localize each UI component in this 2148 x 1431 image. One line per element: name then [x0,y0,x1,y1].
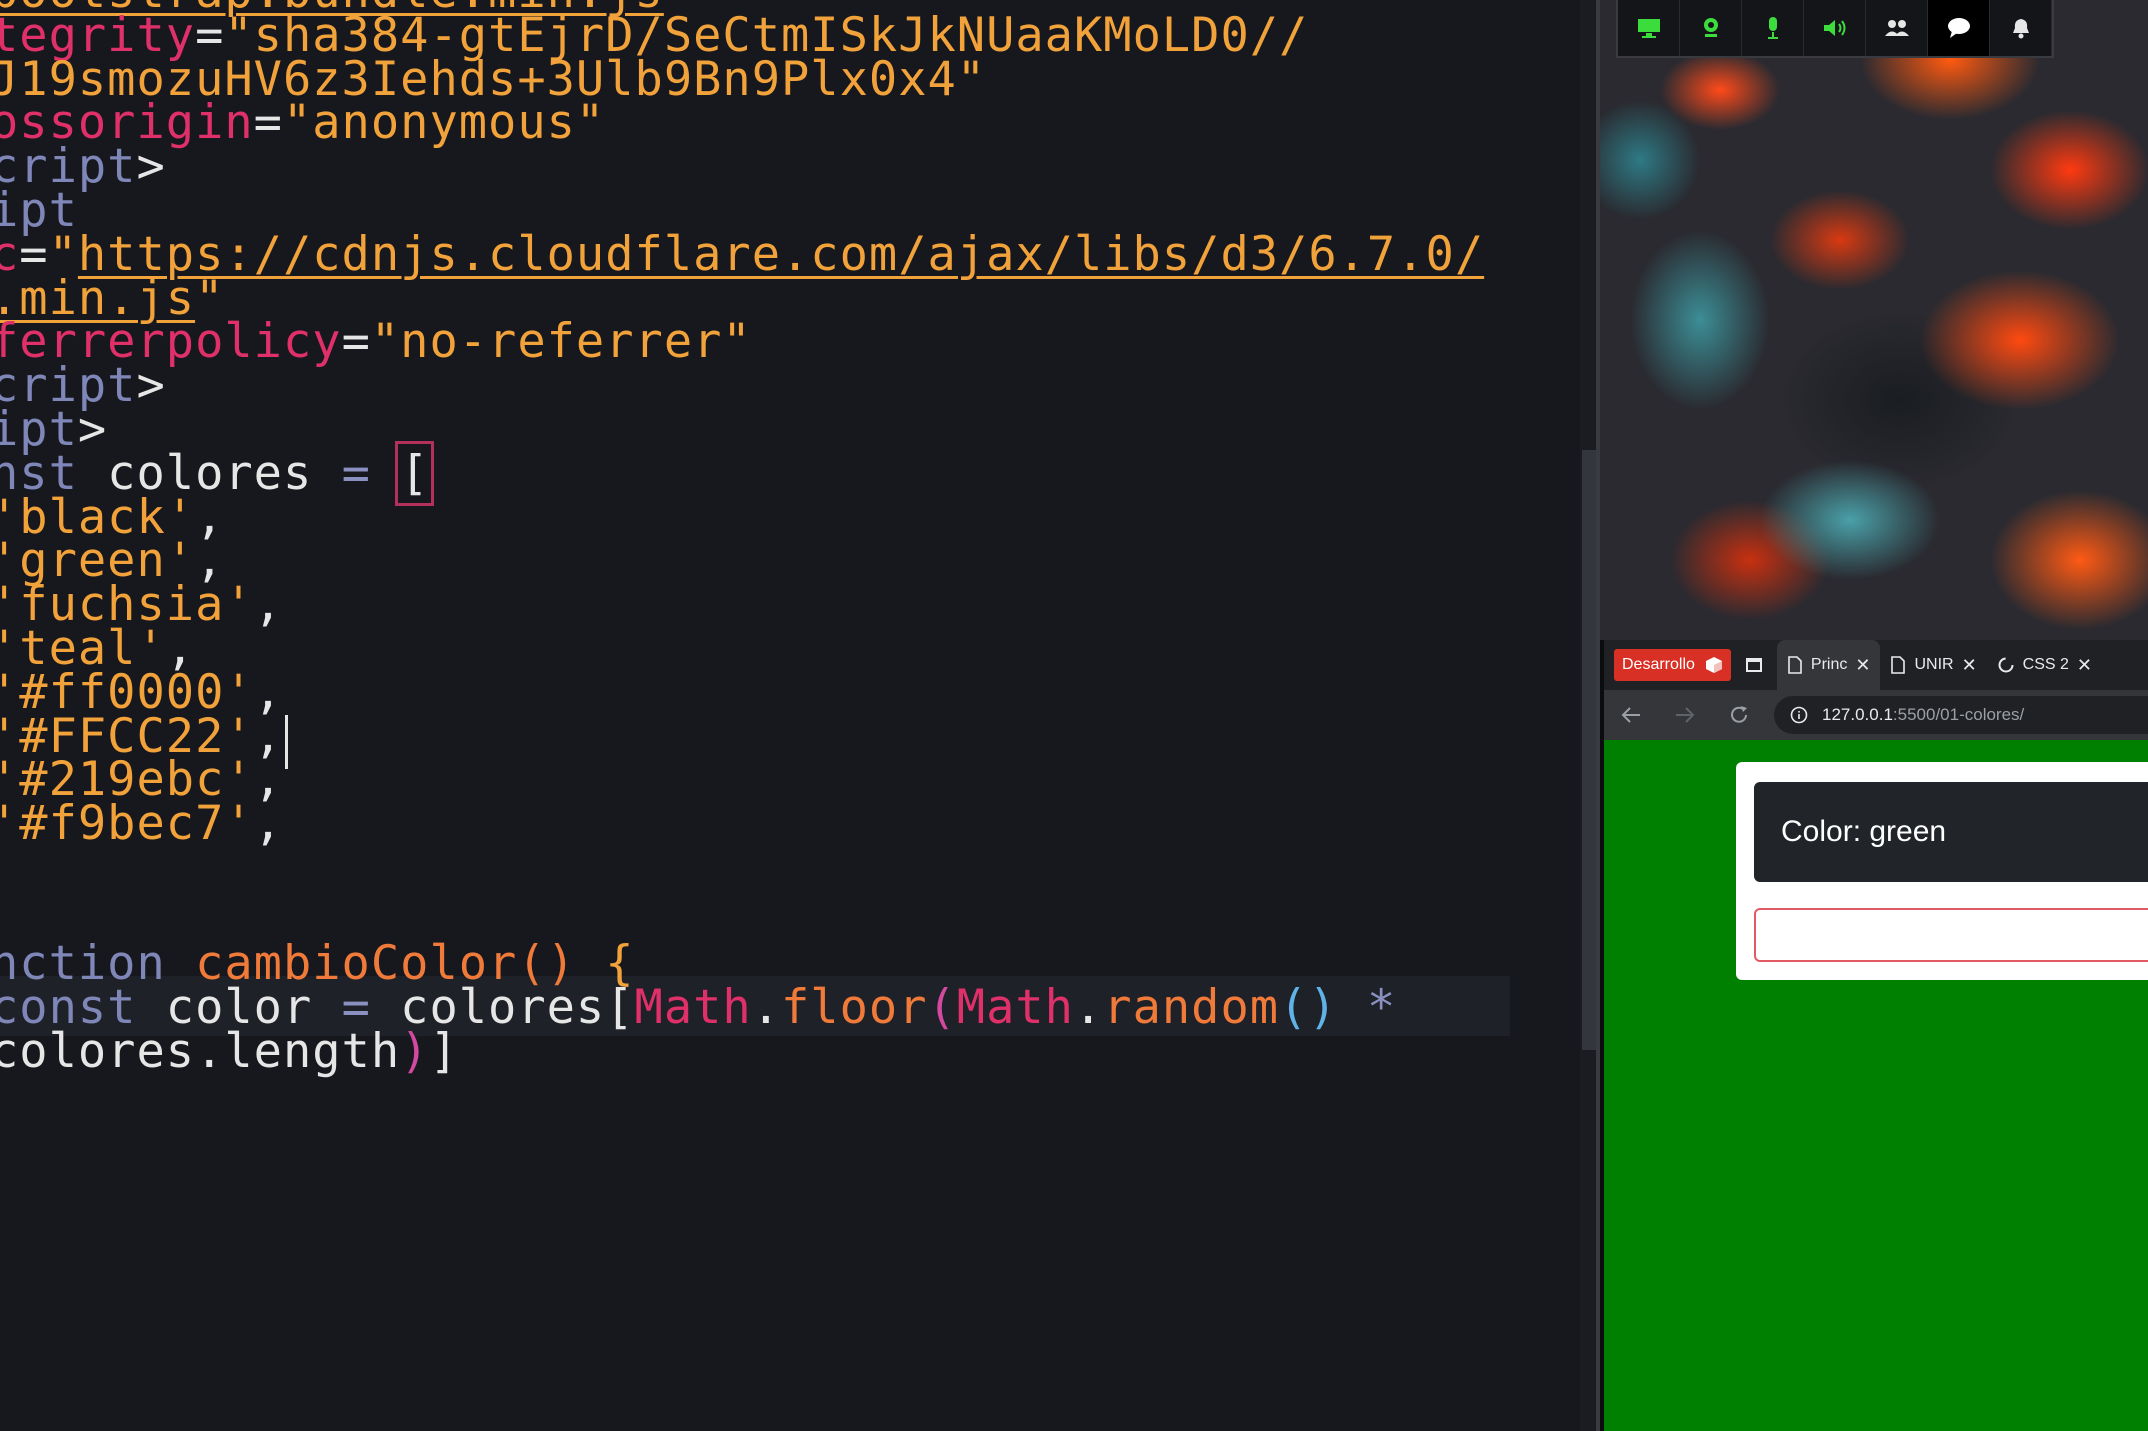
tab-unir[interactable]: UNIR ✕ [1880,640,1986,690]
reload-button[interactable] [1712,704,1766,726]
profile-chip[interactable]: Desarrollo [1614,649,1731,681]
notifications-button[interactable] [1990,0,2052,56]
code-token: "anonymous" [282,95,606,151]
tab-label: UNIR [1914,656,1954,673]
url-host: 127.0.0.1 [1822,705,1893,724]
monitor-icon [1637,19,1660,38]
color-card: Color: green [1736,762,2148,980]
browser-window: Desarrollo Princ ✕ UNIR ✕ CSS 2 ✕ 127.0.… [1604,640,2148,1431]
arrow-left-icon [1621,707,1640,723]
url-field[interactable]: 127.0.0.1:5500/01-colores/ [1774,696,2148,734]
code-line: '#f9bec7', [0,794,283,854]
arrow-right-icon [1676,707,1695,723]
reload-icon [1731,706,1747,723]
color-label: Color: green [1754,782,2148,882]
tab-princ[interactable]: Princ ✕ [1776,640,1881,690]
code-token: . [1073,980,1104,1035]
code-token: = [341,445,371,501]
code-line: colores.length)] [0,1022,459,1082]
text-cursor [285,714,288,769]
page-icon [1891,656,1906,674]
tab-grid-icon [1745,658,1762,672]
tab-label: CSS 2 [2022,656,2069,673]
forward-button[interactable] [1658,705,1712,725]
close-icon[interactable]: ✕ [2077,655,2092,676]
code-token: '#f9bec7' [0,796,254,852]
right-panel: Desarrollo Princ ✕ UNIR ✕ CSS 2 ✕ 127.0.… [1600,0,2148,1431]
color-input[interactable] [1754,908,2148,962]
microphone-icon [1767,17,1778,39]
code-token: [ [395,440,435,506]
code-token: Math [956,980,1074,1035]
participants-button[interactable] [1866,0,1928,56]
close-icon[interactable]: ✕ [1962,655,1977,676]
code-token: Math [634,980,752,1035]
microphone-button[interactable] [1742,0,1804,56]
code-token: () [1279,980,1338,1035]
cube-icon [1705,657,1722,673]
camera-button[interactable] [1680,0,1742,56]
code-token: floor [781,980,928,1035]
code-token: , [253,796,283,852]
code-token: = [341,314,371,370]
tab-label: Princ [1810,656,1848,673]
tab-css[interactable]: CSS 2 ✕ [1987,640,2102,690]
users-icon [1884,20,1909,36]
meeting-toolbar [1616,0,2054,58]
code-token: , [253,577,283,633]
code-editor[interactable]: bootstrap.bundle.min.jstegrity="sha384-g… [0,0,1600,1431]
code-token: > [136,139,166,195]
code-token: ) [400,1024,430,1079]
close-icon[interactable]: ✕ [1855,655,1870,676]
code-token: colores.length [0,1024,401,1079]
tab-bar: Desarrollo Princ ✕ UNIR ✕ CSS 2 ✕ [1604,640,2148,690]
tab-overview-button[interactable] [1731,640,1777,690]
code-token: * [1337,980,1397,1035]
url-path: :5500/01-colores/ [1892,705,2025,724]
code-token: ( [927,980,957,1035]
code-token: . [751,980,782,1035]
code-token: "no-referrer" [370,314,752,370]
profile-label: Desarrollo [1622,656,1695,673]
code-token: random [1103,980,1280,1035]
chat-icon [1947,18,1970,38]
share-screen-button[interactable] [1618,0,1680,56]
speaker-button[interactable] [1804,0,1866,56]
address-bar: 127.0.0.1:5500/01-colores/ [1604,690,2148,740]
code-token: ] [429,1024,459,1079]
loading-icon [1998,657,2014,673]
code-token: https://cdnjs.cloudflare.com/ajax/libs/d… [77,226,1485,282]
back-button[interactable] [1604,705,1658,725]
info-icon[interactable] [1790,706,1808,724]
chat-button[interactable] [1928,0,1990,56]
bell-icon [2012,19,2029,39]
page-icon [1788,656,1802,674]
code-token: > [136,358,166,414]
webcam-icon [1703,18,1718,37]
code-token: = [253,95,283,151]
page-content: Color: green [1604,740,2148,1431]
speaker-icon [1823,20,1845,36]
desktop-wallpaper [1600,0,2148,640]
url-text: 127.0.0.1:5500/01-colores/ [1822,705,2024,725]
